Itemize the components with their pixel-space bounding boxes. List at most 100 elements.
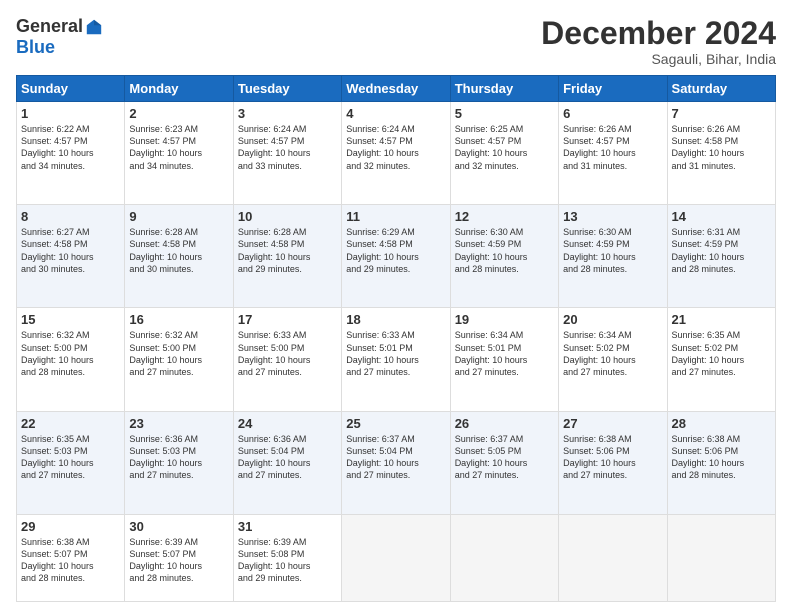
day-info: Sunrise: 6:33 AM Sunset: 5:01 PM Dayligh…: [346, 329, 445, 378]
day-number: 14: [672, 209, 771, 224]
table-cell: 6 Sunrise: 6:26 AM Sunset: 4:57 PM Daylig…: [559, 102, 667, 205]
col-wednesday: Wednesday: [342, 76, 450, 102]
table-cell: 3Sunrise: 6:24 AM Sunset: 4:57 PM Daylig…: [233, 102, 341, 205]
calendar-week-5: 29 Sunrise: 6:38 AM Sunset: 5:07 PM Dayli…: [17, 514, 776, 601]
day-number: 24: [238, 416, 337, 431]
day-number: 10: [238, 209, 337, 224]
calendar-week-2: 8Sunrise: 6:27 AM Sunset: 4:58 PM Daylig…: [17, 205, 776, 308]
table-cell: 12 Sunrise: 6:30 AM Sunset: 4:59 PM Dayli…: [450, 205, 558, 308]
calendar-week-1: 1Sunrise: 6:22 AM Sunset: 4:57 PM Daylig…: [17, 102, 776, 205]
calendar-week-4: 22Sunrise: 6:35 AM Sunset: 5:03 PM Dayli…: [17, 411, 776, 514]
logo-general-text: General: [16, 16, 83, 37]
table-cell: [559, 514, 667, 601]
table-cell: 10 Sunrise: 6:28 AM Sunset: 4:58 PM Dayli…: [233, 205, 341, 308]
day-info: Sunrise: 6:39 AM Sunset: 5:08 PM Dayligh…: [238, 536, 337, 585]
table-cell: 26 Sunrise: 6:37 AM Sunset: 5:05 PM Dayli…: [450, 411, 558, 514]
day-info: Sunrise: 6:28 AM Sunset: 4:58 PM Dayligh…: [238, 226, 337, 275]
day-number: 2: [129, 106, 228, 121]
table-cell: 30 Sunrise: 6:39 AM Sunset: 5:07 PM Dayli…: [125, 514, 233, 601]
day-number: 8: [21, 209, 120, 224]
day-number: 4: [346, 106, 445, 121]
day-info: Sunrise: 6:26 AM Sunset: 4:57 PM Dayligh…: [563, 123, 662, 172]
header: General Blue December 2024 Sagauli, Biha…: [16, 16, 776, 67]
day-info: Sunrise: 6:29 AM Sunset: 4:58 PM Dayligh…: [346, 226, 445, 275]
day-number: 5: [455, 106, 554, 121]
day-number: 29: [21, 519, 120, 534]
table-cell: 15 Sunrise: 6:32 AM Sunset: 5:00 PM Dayli…: [17, 308, 125, 411]
table-cell: 7Sunrise: 6:26 AM Sunset: 4:58 PM Daylig…: [667, 102, 775, 205]
day-number: 6: [563, 106, 662, 121]
calendar-week-3: 15 Sunrise: 6:32 AM Sunset: 5:00 PM Dayli…: [17, 308, 776, 411]
day-info: Sunrise: 6:36 AM Sunset: 5:04 PM Dayligh…: [238, 433, 337, 482]
day-number: 26: [455, 416, 554, 431]
day-info: Sunrise: 6:32 AM Sunset: 5:00 PM Dayligh…: [129, 329, 228, 378]
day-number: 19: [455, 312, 554, 327]
day-info: Sunrise: 6:34 AM Sunset: 5:02 PM Dayligh…: [563, 329, 662, 378]
table-cell: 29 Sunrise: 6:38 AM Sunset: 5:07 PM Dayli…: [17, 514, 125, 601]
location-subtitle: Sagauli, Bihar, India: [541, 51, 776, 67]
day-info: Sunrise: 6:35 AM Sunset: 5:03 PM Dayligh…: [21, 433, 120, 482]
table-cell: [342, 514, 450, 601]
title-section: December 2024 Sagauli, Bihar, India: [541, 16, 776, 67]
col-sunday: Sunday: [17, 76, 125, 102]
table-cell: 25Sunrise: 6:37 AM Sunset: 5:04 PM Dayli…: [342, 411, 450, 514]
day-number: 20: [563, 312, 662, 327]
day-number: 30: [129, 519, 228, 534]
day-number: 18: [346, 312, 445, 327]
table-cell: 21 Sunrise: 6:35 AM Sunset: 5:02 PM Dayli…: [667, 308, 775, 411]
table-cell: 18 Sunrise: 6:33 AM Sunset: 5:01 PM Dayli…: [342, 308, 450, 411]
day-number: 16: [129, 312, 228, 327]
month-title: December 2024: [541, 16, 776, 51]
table-cell: 14 Sunrise: 6:31 AM Sunset: 4:59 PM Dayli…: [667, 205, 775, 308]
day-info: Sunrise: 6:30 AM Sunset: 4:59 PM Dayligh…: [455, 226, 554, 275]
day-info: Sunrise: 6:39 AM Sunset: 5:07 PM Dayligh…: [129, 536, 228, 585]
calendar-table: Sunday Monday Tuesday Wednesday Thursday…: [16, 75, 776, 602]
table-cell: [450, 514, 558, 601]
page: General Blue December 2024 Sagauli, Biha…: [0, 0, 792, 612]
day-info: Sunrise: 6:36 AM Sunset: 5:03 PM Dayligh…: [129, 433, 228, 482]
logo: General Blue: [16, 16, 103, 58]
day-number: 28: [672, 416, 771, 431]
table-cell: [667, 514, 775, 601]
day-info: Sunrise: 6:30 AM Sunset: 4:59 PM Dayligh…: [563, 226, 662, 275]
day-number: 27: [563, 416, 662, 431]
day-info: Sunrise: 6:31 AM Sunset: 4:59 PM Dayligh…: [672, 226, 771, 275]
day-number: 12: [455, 209, 554, 224]
day-info: Sunrise: 6:26 AM Sunset: 4:58 PM Dayligh…: [672, 123, 771, 172]
table-cell: 2 Sunrise: 6:23 AM Sunset: 4:57 PM Daylig…: [125, 102, 233, 205]
day-info: Sunrise: 6:24 AM Sunset: 4:57 PM Dayligh…: [346, 123, 445, 172]
day-info: Sunrise: 6:23 AM Sunset: 4:57 PM Dayligh…: [129, 123, 228, 172]
day-number: 1: [21, 106, 120, 121]
table-cell: 23 Sunrise: 6:36 AM Sunset: 5:03 PM Dayli…: [125, 411, 233, 514]
day-number: 23: [129, 416, 228, 431]
col-friday: Friday: [559, 76, 667, 102]
day-info: Sunrise: 6:35 AM Sunset: 5:02 PM Dayligh…: [672, 329, 771, 378]
table-cell: 27Sunrise: 6:38 AM Sunset: 5:06 PM Dayli…: [559, 411, 667, 514]
col-monday: Monday: [125, 76, 233, 102]
day-info: Sunrise: 6:25 AM Sunset: 4:57 PM Dayligh…: [455, 123, 554, 172]
day-number: 11: [346, 209, 445, 224]
day-number: 17: [238, 312, 337, 327]
col-tuesday: Tuesday: [233, 76, 341, 102]
table-cell: 13 Sunrise: 6:30 AM Sunset: 4:59 PM Dayli…: [559, 205, 667, 308]
day-info: Sunrise: 6:34 AM Sunset: 5:01 PM Dayligh…: [455, 329, 554, 378]
day-info: Sunrise: 6:32 AM Sunset: 5:00 PM Dayligh…: [21, 329, 120, 378]
day-info: Sunrise: 6:37 AM Sunset: 5:05 PM Dayligh…: [455, 433, 554, 482]
table-cell: 31Sunrise: 6:39 AM Sunset: 5:08 PM Dayli…: [233, 514, 341, 601]
table-cell: 28Sunrise: 6:38 AM Sunset: 5:06 PM Dayli…: [667, 411, 775, 514]
table-cell: 11 Sunrise: 6:29 AM Sunset: 4:58 PM Dayli…: [342, 205, 450, 308]
day-number: 21: [672, 312, 771, 327]
calendar-header-row: Sunday Monday Tuesday Wednesday Thursday…: [17, 76, 776, 102]
day-info: Sunrise: 6:38 AM Sunset: 5:07 PM Dayligh…: [21, 536, 120, 585]
logo-icon: [85, 18, 103, 36]
day-number: 9: [129, 209, 228, 224]
table-cell: 24 Sunrise: 6:36 AM Sunset: 5:04 PM Dayli…: [233, 411, 341, 514]
day-number: 13: [563, 209, 662, 224]
day-number: 25: [346, 416, 445, 431]
day-number: 3: [238, 106, 337, 121]
col-saturday: Saturday: [667, 76, 775, 102]
table-cell: 20 Sunrise: 6:34 AM Sunset: 5:02 PM Dayli…: [559, 308, 667, 411]
day-number: 15: [21, 312, 120, 327]
table-cell: 17Sunrise: 6:33 AM Sunset: 5:00 PM Dayli…: [233, 308, 341, 411]
table-cell: 1Sunrise: 6:22 AM Sunset: 4:57 PM Daylig…: [17, 102, 125, 205]
